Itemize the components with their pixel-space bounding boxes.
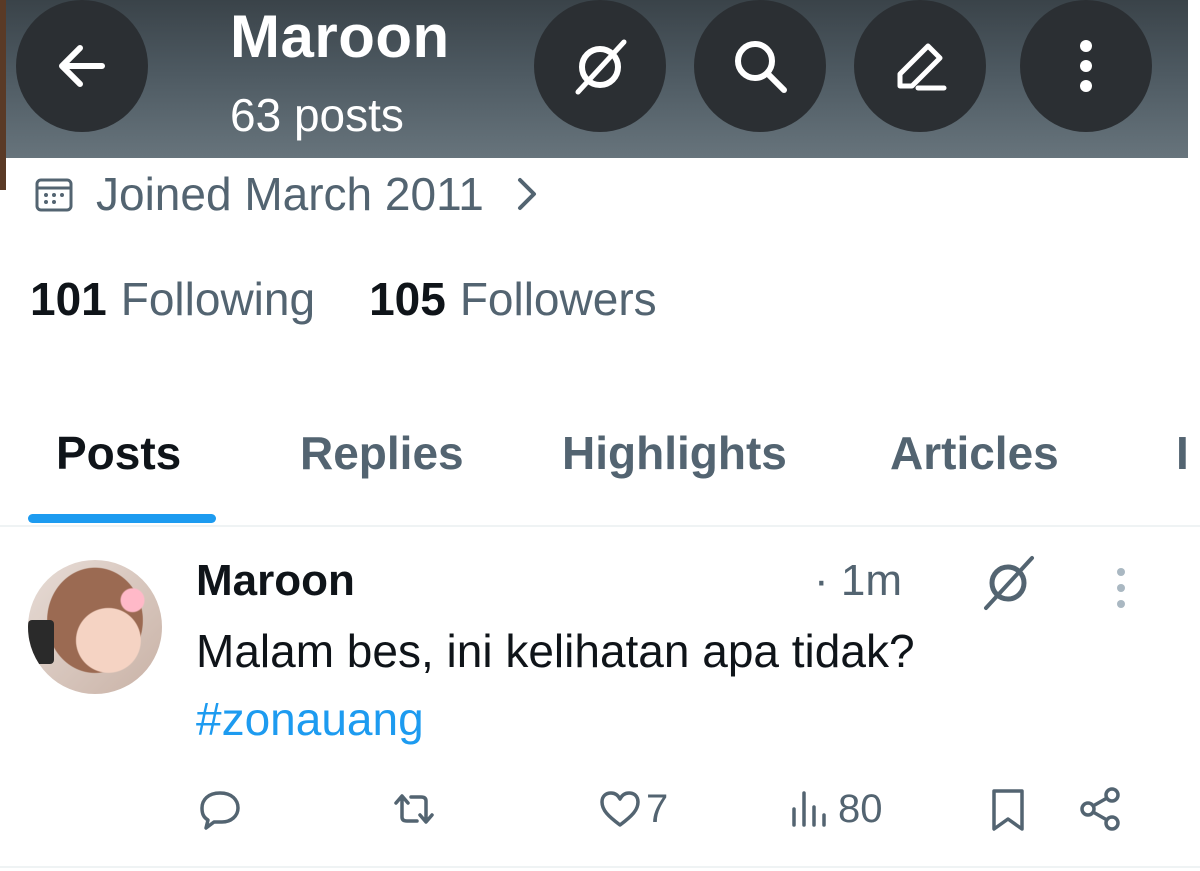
following-count: 101 bbox=[30, 273, 107, 325]
more-options-button[interactable] bbox=[1020, 0, 1152, 132]
followers-label: Followers bbox=[459, 273, 657, 325]
active-tab-indicator bbox=[28, 514, 216, 523]
post-count: 63 posts bbox=[230, 89, 404, 141]
arrow-left-icon bbox=[59, 45, 105, 87]
grok-button[interactable] bbox=[534, 0, 666, 132]
repost-button[interactable] bbox=[390, 784, 438, 834]
chevron-right-icon bbox=[517, 178, 536, 210]
reply-button[interactable] bbox=[196, 784, 244, 834]
post-author-name[interactable]: Maroon bbox=[196, 556, 355, 606]
avatar[interactable] bbox=[28, 560, 162, 694]
views-count: 80 bbox=[838, 786, 883, 831]
post-divider bbox=[0, 866, 1200, 868]
more-vertical-icon[interactable] bbox=[1108, 564, 1134, 612]
calendar-icon bbox=[35, 178, 73, 212]
followers-count: 105 bbox=[369, 273, 446, 325]
reply-icon bbox=[200, 791, 240, 830]
header-title: Maroon bbox=[230, 3, 450, 70]
post-hashtag-link[interactable]: #zonauang bbox=[196, 692, 424, 746]
joined-text: Joined March 2011 bbox=[96, 168, 484, 220]
search-icon bbox=[735, 41, 787, 93]
tab-next-partial[interactable]: I bbox=[1176, 426, 1189, 480]
following-link[interactable]: 101 Following bbox=[30, 272, 315, 326]
search-button[interactable] bbox=[694, 0, 826, 132]
grok-icon bbox=[575, 39, 627, 95]
grok-icon[interactable] bbox=[976, 550, 1040, 614]
tab-articles[interactable]: Articles bbox=[890, 426, 1059, 480]
background-edge bbox=[0, 0, 6, 190]
avatar-phone-detail bbox=[28, 620, 54, 664]
like-button[interactable]: 7 bbox=[596, 784, 668, 834]
views-button[interactable]: 80 bbox=[786, 784, 883, 834]
share-button[interactable] bbox=[1076, 784, 1124, 834]
edit-button[interactable] bbox=[854, 0, 986, 132]
profile-tabs: Posts Replies Highlights Articles I bbox=[0, 420, 1200, 526]
following-label: Following bbox=[120, 273, 316, 325]
post-text: Malam bes, ini kelihatan apa tidak? bbox=[196, 625, 915, 677]
post-timestamp[interactable]: · 1m bbox=[814, 556, 902, 606]
joined-date-row[interactable]: Joined March 2011 bbox=[34, 166, 542, 222]
more-vertical-icon bbox=[1080, 40, 1092, 92]
followers-link[interactable]: 105 Followers bbox=[369, 272, 657, 326]
tab-posts[interactable]: Posts bbox=[56, 426, 181, 480]
like-count: 7 bbox=[646, 786, 669, 831]
tabs-divider bbox=[0, 525, 1200, 527]
edit-icon bbox=[897, 43, 947, 91]
views-icon bbox=[792, 791, 826, 827]
tab-replies[interactable]: Replies bbox=[300, 426, 464, 480]
tab-highlights[interactable]: Highlights bbox=[562, 426, 787, 480]
repost-icon bbox=[394, 794, 434, 824]
bookmark-button[interactable] bbox=[984, 784, 1032, 834]
follow-stats: 101 Following 105 Followers bbox=[30, 272, 711, 326]
bookmark-icon bbox=[992, 789, 1024, 831]
back-button[interactable] bbox=[16, 0, 148, 132]
share-icon bbox=[1080, 787, 1120, 831]
heart-icon bbox=[600, 791, 640, 827]
